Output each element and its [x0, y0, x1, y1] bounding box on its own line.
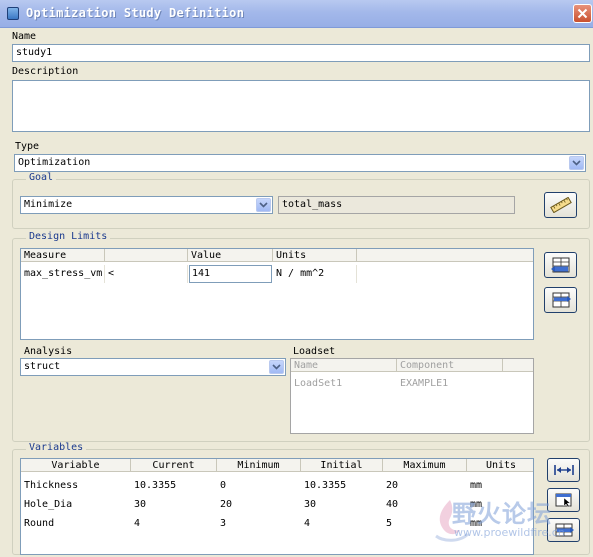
app-icon	[7, 7, 19, 20]
remove-limit-button[interactable]	[544, 287, 577, 313]
select-measure-button[interactable]	[544, 192, 577, 218]
limit-value-input[interactable]: 141	[189, 265, 272, 283]
analysis-select[interactable]: struct	[20, 358, 286, 376]
variable-current-cell[interactable]: 10.3355	[131, 477, 217, 495]
close-icon	[577, 8, 588, 19]
column-header-current[interactable]: Current	[131, 459, 217, 472]
select-dimension-icon	[555, 493, 571, 508]
loadset-label: Loadset	[293, 346, 336, 357]
remove-row-icon	[555, 523, 574, 537]
analysis-value: struct	[24, 361, 61, 372]
chevron-down-icon	[272, 364, 281, 370]
variable-maximum-cell[interactable]: 20	[383, 477, 467, 495]
column-header-component[interactable]: Component	[397, 359, 503, 372]
variable-minimum-cell[interactable]: 3	[217, 515, 301, 533]
column-header-initial[interactable]: Initial	[301, 459, 383, 472]
goal-mode-select[interactable]: Minimize	[20, 196, 273, 214]
variables-table: Variable Current Minimum Initial Maximum…	[20, 458, 534, 555]
column-header-maximum[interactable]: Maximum	[383, 459, 467, 472]
limit-units-cell[interactable]: N / mm^2	[273, 265, 357, 283]
variable-units-cell[interactable]: mm	[467, 515, 533, 533]
variables-title: Variables	[26, 442, 87, 453]
column-header-operator[interactable]	[105, 249, 188, 262]
remove-row-icon	[552, 292, 571, 308]
loadset-table: Name Component LoadSet1 EXAMPLE1	[290, 358, 534, 434]
variable-maximum-cell[interactable]: 5	[383, 515, 467, 533]
column-header-name[interactable]: Name	[291, 359, 397, 372]
close-button[interactable]	[573, 4, 592, 23]
design-limits-table: Measure Value Units max_stress_vm < 141 …	[20, 248, 534, 340]
variable-initial-cell[interactable]: 30	[301, 496, 383, 514]
variable-minimum-cell[interactable]: 20	[217, 496, 301, 514]
variable-units-cell[interactable]: mm	[467, 496, 533, 514]
goal-dropdown-arrow[interactable]	[256, 198, 271, 212]
name-input[interactable]: study1	[12, 44, 590, 62]
column-header-variable[interactable]: Variable	[21, 459, 131, 472]
variable-initial-cell[interactable]: 4	[301, 515, 383, 533]
variable-units-cell[interactable]: mm	[467, 477, 533, 495]
column-header-units[interactable]: Units	[467, 459, 533, 472]
variable-current-cell[interactable]: 4	[131, 515, 217, 533]
type-label: Type	[15, 141, 40, 152]
chevron-down-icon	[572, 160, 581, 166]
loadset-component-cell[interactable]: EXAMPLE1	[397, 375, 503, 393]
chevron-down-icon	[259, 202, 268, 208]
description-label: Description	[12, 66, 79, 77]
window-title: Optimization Study Definition	[26, 6, 245, 20]
analysis-dropdown-arrow[interactable]	[269, 360, 284, 374]
variable-minimum-cell[interactable]: 0	[217, 477, 301, 495]
variable-name-cell[interactable]: Thickness	[21, 477, 131, 495]
column-header-units[interactable]: Units	[273, 249, 357, 262]
type-dropdown-arrow[interactable]	[569, 156, 584, 170]
select-variable-button[interactable]	[547, 488, 580, 512]
title-bar: Optimization Study Definition	[0, 0, 593, 28]
column-header-blank	[503, 359, 533, 372]
goal-title: Goal	[26, 172, 57, 183]
limit-measure-cell[interactable]: max_stress_vm	[21, 265, 105, 283]
variable-initial-cell[interactable]: 10.3355	[301, 477, 383, 495]
description-textarea[interactable]	[12, 80, 590, 132]
column-header-blank	[357, 249, 533, 262]
add-row-icon	[550, 257, 569, 273]
ruler-icon	[549, 197, 572, 213]
range-arrows-icon	[553, 465, 574, 475]
name-label: Name	[12, 31, 37, 42]
type-value: Optimization	[18, 157, 91, 168]
type-select[interactable]: Optimization	[14, 154, 586, 172]
variable-name-cell[interactable]: Round	[21, 515, 131, 533]
loadset-name-cell[interactable]: LoadSet1	[291, 375, 397, 393]
variable-current-cell[interactable]: 30	[131, 496, 217, 514]
goal-mode-value: Minimize	[24, 199, 73, 210]
column-header-measure[interactable]: Measure	[21, 249, 105, 262]
column-header-value[interactable]: Value	[188, 249, 273, 262]
column-header-minimum[interactable]: Minimum	[217, 459, 301, 472]
remove-variable-button[interactable]	[547, 518, 580, 542]
design-limits-title: Design Limits	[26, 231, 111, 242]
variable-range-button[interactable]	[547, 458, 580, 482]
add-limit-button[interactable]	[544, 252, 577, 278]
analysis-label: Analysis	[24, 346, 73, 357]
variable-maximum-cell[interactable]: 40	[383, 496, 467, 514]
variable-name-cell[interactable]: Hole_Dia	[21, 496, 131, 514]
limit-operator-cell[interactable]: <	[105, 265, 188, 283]
goal-measure-field: total_mass	[278, 196, 515, 214]
